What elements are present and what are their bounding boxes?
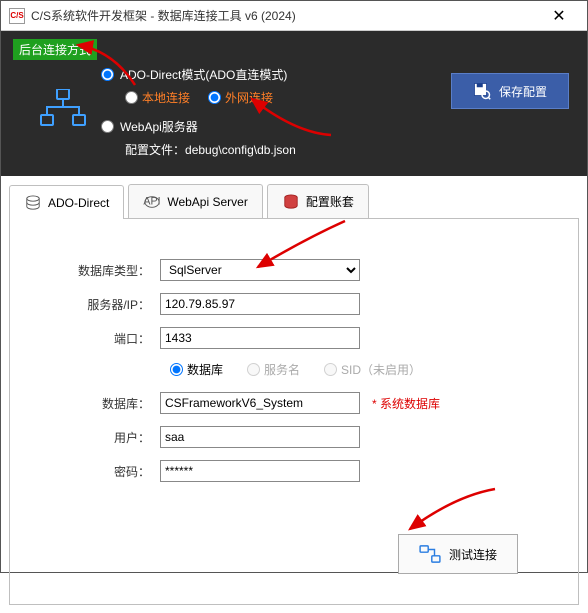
- mode-service-radio: [247, 363, 260, 376]
- db-input[interactable]: [160, 392, 360, 414]
- db-type-label: 数据库类型：: [40, 262, 160, 279]
- connection-mode-panel: 后台连接方式 ADO-Direct模式(ADO直连模式) 本地连接: [1, 31, 587, 176]
- mode-sid-wrap: SID（未启用）: [324, 361, 421, 378]
- tab-account-label: 配置账套: [306, 193, 354, 210]
- config-label: 配置文件：: [125, 143, 185, 157]
- pwd-label: 密码：: [40, 463, 160, 480]
- test-btn-label: 测试连接: [449, 546, 497, 563]
- mode-sid-radio: [324, 363, 337, 376]
- radio-external-wrap[interactable]: 外网连接: [208, 89, 273, 106]
- panel-badge: 后台连接方式: [13, 39, 97, 60]
- tab-webapi-label: WebApi Server: [167, 195, 247, 209]
- titlebar: C/S C/S系统软件开发框架 - 数据库连接工具 v6 (2024) ✕: [1, 1, 587, 31]
- db-type-select[interactable]: SqlServer: [160, 259, 360, 281]
- tab-webapi[interactable]: API WebApi Server: [128, 184, 262, 218]
- user-label: 用户：: [40, 429, 160, 446]
- user-input[interactable]: [160, 426, 360, 448]
- mode-db-radio[interactable]: [170, 363, 183, 376]
- tab-ado-label: ADO-Direct: [48, 196, 109, 210]
- mode-sid-label: SID（未启用）: [341, 361, 421, 378]
- close-button[interactable]: ✕: [539, 2, 579, 30]
- mode-db-wrap[interactable]: 数据库: [170, 361, 223, 378]
- radio-external[interactable]: [208, 91, 221, 104]
- content-area: ADO-Direct API WebApi Server 配置账套 数据库类型：…: [1, 176, 587, 613]
- save-config-button[interactable]: 保存配置: [451, 73, 569, 109]
- port-label: 端口：: [40, 330, 160, 347]
- radio-local-label: 本地连接: [142, 89, 190, 106]
- mode-service-label: 服务名: [264, 361, 300, 378]
- form-panel: 数据库类型： SqlServer 服务器/IP： 端口： 数据库 服务名 SID…: [9, 219, 579, 605]
- test-connection-button[interactable]: 测试连接: [398, 534, 518, 574]
- database-icon: [24, 195, 42, 211]
- radio-webapi[interactable]: [101, 120, 114, 133]
- server-input[interactable]: [160, 293, 360, 315]
- tab-ado-direct[interactable]: ADO-Direct: [9, 185, 124, 219]
- radio-local-wrap[interactable]: 本地连接: [125, 89, 190, 106]
- window-title: C/S系统软件开发框架 - 数据库连接工具 v6 (2024): [31, 7, 539, 24]
- svg-text:API: API: [144, 195, 161, 207]
- pwd-input[interactable]: [160, 460, 360, 482]
- api-icon: API: [143, 194, 161, 210]
- mode-service-wrap: 服务名: [247, 361, 300, 378]
- network-icon: [39, 89, 87, 132]
- tab-account[interactable]: 配置账套: [267, 184, 369, 218]
- save-icon: [473, 82, 491, 100]
- account-db-icon: [282, 194, 300, 210]
- db-note: * 系统数据库: [372, 395, 440, 412]
- port-input[interactable]: [160, 327, 360, 349]
- radio-external-label: 外网连接: [225, 89, 273, 106]
- save-btn-label: 保存配置: [499, 83, 547, 100]
- config-path: debug\config\db.json: [185, 143, 296, 157]
- app-window: C/S C/S系统软件开发框架 - 数据库连接工具 v6 (2024) ✕ 后台…: [0, 0, 588, 573]
- radio-local[interactable]: [125, 91, 138, 104]
- config-path-row: 配置文件：debug\config\db.json: [125, 141, 575, 158]
- connection-icon: [419, 545, 441, 563]
- server-label: 服务器/IP：: [40, 296, 160, 313]
- radio-webapi-label: WebApi服务器: [120, 118, 198, 135]
- tabs: ADO-Direct API WebApi Server 配置账套: [9, 184, 579, 219]
- radio-ado-label: ADO-Direct模式(ADO直连模式): [120, 66, 287, 83]
- db-label: 数据库：: [40, 395, 160, 412]
- db-mode-radios: 数据库 服务名 SID（未启用）: [170, 361, 548, 378]
- radio-ado-direct[interactable]: [101, 68, 114, 81]
- mode-db-label: 数据库: [187, 361, 223, 378]
- app-icon: C/S: [9, 8, 25, 24]
